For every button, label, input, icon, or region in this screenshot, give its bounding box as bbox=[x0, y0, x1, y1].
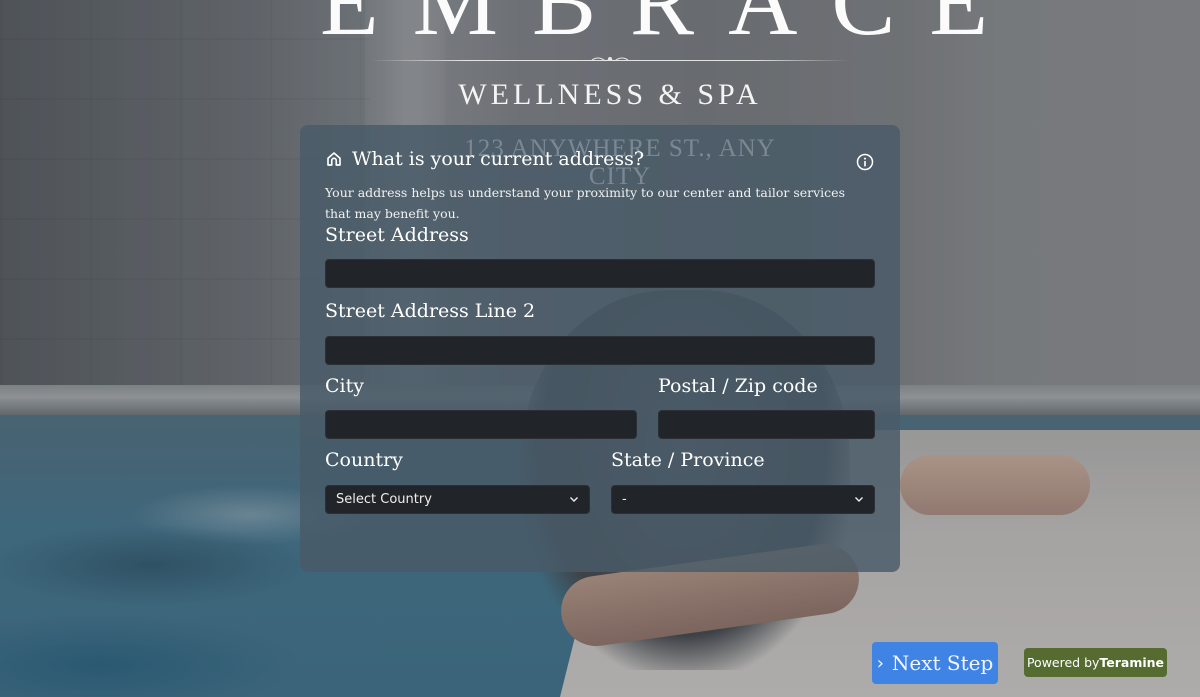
brand-ornament-icon bbox=[590, 55, 630, 65]
postal-code-label: Postal / Zip code bbox=[658, 375, 818, 397]
next-step-label: Next Step bbox=[891, 651, 994, 675]
street-address-label: Street Address bbox=[325, 224, 469, 246]
street-address-line2-label: Street Address Line 2 bbox=[325, 300, 536, 322]
state-select[interactable]: - bbox=[611, 485, 875, 514]
next-step-button[interactable]: › Next Step bbox=[872, 642, 998, 684]
powered-by-brand: Teramine bbox=[1099, 655, 1165, 670]
chevron-down-icon bbox=[855, 497, 863, 502]
city-label: City bbox=[325, 375, 364, 397]
country-select-value: Select Country bbox=[336, 492, 432, 507]
question-title: What is your current address? bbox=[325, 148, 644, 170]
city-input[interactable] bbox=[325, 410, 637, 439]
chevron-right-icon: › bbox=[876, 652, 884, 674]
brand-name: EMBRACE bbox=[320, 0, 1023, 55]
question-title-text: What is your current address? bbox=[352, 148, 645, 170]
brand-tagline: WELLNESS & SPA bbox=[458, 78, 762, 111]
postal-code-input[interactable] bbox=[658, 410, 875, 439]
street-address-input[interactable] bbox=[325, 259, 875, 288]
brand-header: EMBRACE WELLNESS & SPA bbox=[300, 0, 1023, 111]
country-label: Country bbox=[325, 449, 403, 471]
powered-by-badge[interactable]: Powered by Teramine bbox=[1024, 648, 1167, 677]
state-select-value: - bbox=[622, 492, 627, 507]
street-address-line2-input[interactable] bbox=[325, 336, 875, 365]
home-icon bbox=[327, 152, 341, 166]
question-description: Your address helps us understand your pr… bbox=[325, 185, 845, 221]
chevron-down-icon bbox=[570, 497, 578, 502]
powered-by-prefix: Powered by bbox=[1026, 655, 1100, 670]
country-select[interactable]: Select Country bbox=[325, 485, 590, 514]
info-icon[interactable] bbox=[856, 153, 874, 171]
state-label: State / Province bbox=[611, 449, 765, 471]
